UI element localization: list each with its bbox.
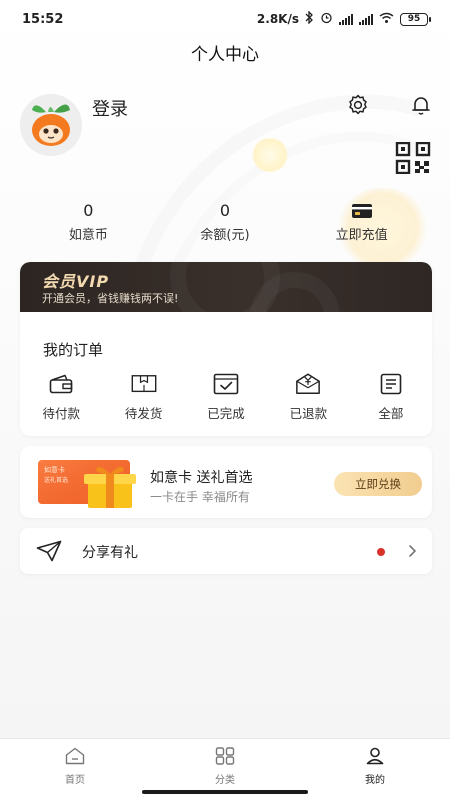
nav-label-mine: 我的 bbox=[365, 775, 385, 786]
orders-title: 我的订单 bbox=[43, 341, 104, 359]
order-all-label: 全部 bbox=[378, 406, 404, 421]
balance-stat[interactable]: 0 余额(元) bbox=[157, 200, 294, 244]
order-pending-shipment[interactable]: 待发货 bbox=[102, 372, 184, 422]
network-speed: 2.8K/s bbox=[256, 12, 299, 26]
notification-dot bbox=[377, 548, 385, 556]
gift-card-text-name: 如意卡 bbox=[44, 465, 65, 474]
settings-button[interactable] bbox=[345, 92, 371, 118]
nav-label-category: 分类 bbox=[215, 775, 235, 786]
bluetooth-icon bbox=[305, 10, 314, 27]
carrot-mascot-icon bbox=[20, 94, 82, 156]
coins-value: 0 bbox=[83, 201, 94, 220]
checked-box-icon bbox=[213, 372, 239, 396]
order-pending-payment-label: 待付款 bbox=[42, 406, 80, 421]
balance-value: 0 bbox=[219, 201, 231, 220]
order-refunded-label: 已退款 bbox=[289, 406, 328, 421]
user-icon bbox=[366, 747, 384, 765]
qr-code-icon bbox=[395, 142, 431, 174]
account-stats: 0 如意币 0 余额(元) 立即充值 bbox=[20, 200, 430, 244]
home-indicator bbox=[142, 790, 308, 794]
qr-code-button[interactable] bbox=[394, 141, 432, 175]
gift-card-text-slogan: 送礼首选 bbox=[44, 476, 68, 484]
nav-label-home: 首页 bbox=[65, 775, 85, 786]
share-row[interactable]: 分享有礼 bbox=[20, 528, 432, 574]
order-refunded[interactable]: 已退款 bbox=[267, 372, 349, 422]
alarm-icon bbox=[320, 11, 333, 27]
wifi-icon bbox=[379, 12, 394, 27]
order-all[interactable]: 全部 bbox=[350, 372, 432, 422]
order-completed[interactable]: 已完成 bbox=[185, 372, 267, 422]
bell-icon bbox=[412, 97, 430, 115]
share-label: 分享有礼 bbox=[82, 545, 138, 561]
vip-banner[interactable]: 会员VIP 开通会员，省钱赚钱两不误! bbox=[20, 262, 432, 312]
paper-plane-icon bbox=[36, 540, 62, 562]
cellular-signal-2-icon bbox=[359, 13, 373, 25]
coins-label: 如意币 bbox=[68, 228, 108, 243]
wallet-icon bbox=[48, 372, 74, 396]
order-pending-shipment-label: 待发货 bbox=[124, 406, 163, 421]
card-icon bbox=[351, 200, 373, 222]
recharge-label: 立即充值 bbox=[335, 228, 388, 243]
gift-card-promo[interactable]: 如意卡 送礼首选 如意卡 送礼首选 一卡在手 幸福所有 立即兑换 bbox=[20, 446, 432, 518]
chevron-right-icon bbox=[409, 545, 417, 557]
status-icons: 2.8K/s 95 bbox=[256, 10, 431, 27]
avatar[interactable] bbox=[20, 94, 82, 156]
box-icon bbox=[131, 372, 157, 396]
battery-indicator: 95 bbox=[400, 12, 431, 26]
vip-title: 会员VIP bbox=[42, 272, 110, 291]
order-completed-label: 已完成 bbox=[207, 406, 245, 421]
nav-item-mine[interactable]: 我的 bbox=[300, 739, 450, 800]
recharge-button[interactable]: 立即充值 bbox=[293, 200, 430, 244]
vip-orders-card: 会员VIP 开通会员，省钱赚钱两不误! 我的订单 待付款 待发货 已完成 已退款… bbox=[20, 262, 432, 436]
redeem-button[interactable]: 立即兑换 bbox=[334, 472, 422, 496]
status-bar: 15:52 2.8K/s 95 bbox=[0, 0, 450, 38]
page-title: 个人中心 bbox=[191, 45, 259, 65]
notifications-button[interactable] bbox=[408, 92, 434, 118]
list-icon bbox=[378, 372, 404, 396]
coin-decoration bbox=[250, 138, 290, 172]
home-icon bbox=[65, 747, 85, 765]
grid-icon bbox=[215, 747, 235, 765]
cellular-signal-icon bbox=[339, 13, 353, 25]
refund-icon bbox=[295, 372, 321, 396]
status-time: 15:52 bbox=[22, 11, 64, 27]
coins-stat[interactable]: 0 如意币 bbox=[20, 200, 157, 244]
nav-item-home[interactable]: 首页 bbox=[0, 739, 150, 800]
order-status-row: 待付款 待发货 已完成 已退款 全部 bbox=[20, 372, 432, 422]
order-pending-payment[interactable]: 待付款 bbox=[20, 372, 102, 422]
balance-label: 余额(元) bbox=[200, 228, 250, 243]
gift-card-title: 如意卡 送礼首选 bbox=[150, 470, 253, 486]
gift-box-icon: 如意卡 送礼首选 bbox=[38, 460, 136, 508]
gear-icon bbox=[349, 94, 367, 115]
login-link[interactable]: 登录 bbox=[92, 95, 128, 121]
gift-card-subtitle: 一卡在手 幸福所有 bbox=[150, 490, 250, 504]
vip-subtitle: 开通会员，省钱赚钱两不误! bbox=[42, 292, 179, 305]
